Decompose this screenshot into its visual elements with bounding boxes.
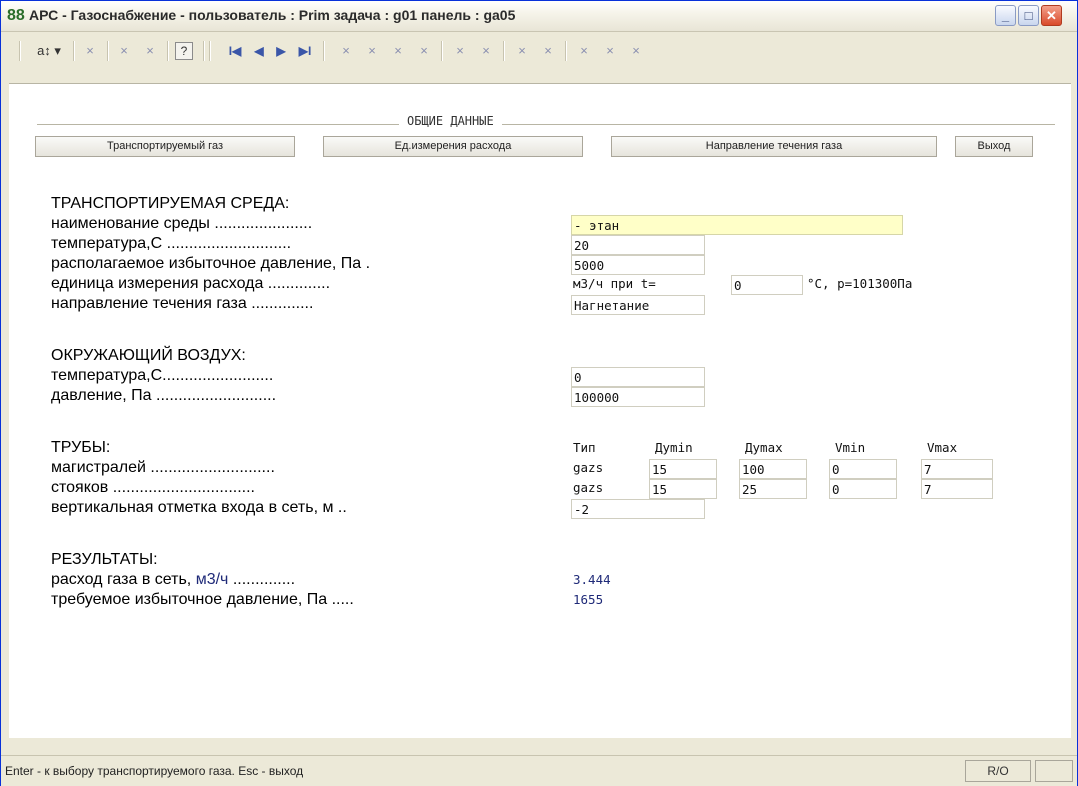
- tab-flow-direction[interactable]: Направление течения газа: [611, 136, 937, 157]
- pipes-column-vmax: Vmax: [927, 440, 958, 455]
- mains-dmin-field[interactable]: 15: [649, 459, 717, 479]
- required-pressure-label: требуемое избыточное давление, Па .....: [51, 591, 354, 608]
- available-pressure-field[interactable]: 5000: [571, 255, 705, 275]
- flow-direction-field[interactable]: Нагнетание: [571, 295, 705, 315]
- disabled-x-icon[interactable]: ×: [337, 41, 355, 61]
- toolbar-separator: [503, 41, 505, 61]
- toolbar-separator: [73, 41, 75, 61]
- air-pressure-label: давление, Па ...........................: [51, 387, 277, 404]
- risers-dmax-field[interactable]: 25: [739, 479, 807, 499]
- group-title: ОБЩИЕ ДАННЫЕ: [399, 114, 502, 128]
- risers-dmin-field[interactable]: 15: [649, 479, 717, 499]
- pipes-column-vmin: Vmin: [835, 440, 866, 455]
- inlet-elevation-field[interactable]: -2: [571, 499, 705, 519]
- disabled-x-icon[interactable]: ×: [513, 41, 531, 61]
- toolbar-separator: [565, 41, 567, 61]
- status-bar: Enter - к выбору транспортируемого газа.…: [1, 755, 1077, 786]
- disabled-x-icon[interactable]: ×: [141, 41, 159, 61]
- section-heading-results: РЕЗУЛЬТАТЫ:: [51, 551, 158, 568]
- disabled-x-icon[interactable]: ×: [415, 41, 433, 61]
- disabled-x-icon[interactable]: ×: [451, 41, 469, 61]
- gas-flow-label: расход газа в сеть, м3/ч ..............: [51, 570, 295, 590]
- disabled-x-icon[interactable]: ×: [539, 41, 557, 61]
- toolbar: a↕ ▾ × × × ? I◀ ◀ ▶ ▶I × × × × × × × × ×…: [19, 37, 1059, 65]
- gas-flow-dots: ..............: [228, 571, 296, 588]
- medium-name-label: наименование среды .....................…: [51, 215, 313, 232]
- toolbar-separator: [107, 41, 109, 61]
- pipes-column-type: Тип: [573, 440, 596, 455]
- close-button[interactable]: ✕: [1041, 5, 1062, 26]
- risers-label: стояков ................................: [51, 479, 255, 496]
- risers-vmin-field[interactable]: 0: [829, 479, 897, 499]
- toolbar-separator: [209, 41, 211, 61]
- flow-direction-label: направление течения газа ..............: [51, 295, 314, 312]
- disabled-x-icon[interactable]: ×: [627, 41, 645, 61]
- group-frame-line: [37, 124, 1055, 125]
- medium-temperature-field[interactable]: 20: [571, 235, 705, 255]
- mains-dmax-field[interactable]: 100: [739, 459, 807, 479]
- section-tabs: Транспортируемый газ Ед.измерения расход…: [35, 136, 1061, 158]
- toolbar-separator: [441, 41, 443, 61]
- first-record-button[interactable]: I◀: [225, 41, 245, 61]
- section-heading-air: ОКРУЖАЮЩИЙ ВОЗДУХ:: [51, 347, 246, 364]
- next-record-button[interactable]: ▶: [273, 41, 289, 61]
- status-hint: Enter - к выбору транспортируемого газа.…: [5, 764, 304, 778]
- medium-name-field[interactable]: - этан: [571, 215, 903, 235]
- mains-vmin-field[interactable]: 0: [829, 459, 897, 479]
- status-mode: R/O: [965, 760, 1031, 782]
- required-pressure-value: 1655: [573, 592, 604, 607]
- risers-vmax-field[interactable]: 7: [921, 479, 993, 499]
- status-extra-panel: [1035, 760, 1073, 782]
- mains-vmax-field[interactable]: 7: [921, 459, 993, 479]
- air-temperature-label: температура,С.........................: [51, 367, 274, 384]
- minimize-button[interactable]: _: [995, 5, 1016, 26]
- maximize-button[interactable]: □: [1018, 5, 1039, 26]
- title-bar[interactable]: 88 АРС - Газоснабжение - пользователь : …: [1, 1, 1077, 32]
- flow-unit-conditions: °С, р=101300Па: [807, 276, 913, 291]
- air-temperature-field[interactable]: 0: [571, 367, 705, 387]
- mains-type: gazs: [573, 460, 604, 475]
- tab-transported-gas[interactable]: Транспортируемый газ: [35, 136, 295, 157]
- air-pressure-field[interactable]: 100000: [571, 387, 705, 407]
- section-heading-pipes: ТРУБЫ:: [51, 439, 111, 456]
- disabled-x-icon[interactable]: ×: [115, 41, 133, 61]
- available-pressure-label: располагаемое избыточное давление, Па .: [51, 255, 371, 272]
- form-panel: ОБЩИЕ ДАННЫЕ Транспортируемый газ Ед.изм…: [9, 83, 1071, 738]
- flow-unit-temperature-field[interactable]: 0: [731, 275, 803, 295]
- medium-temperature-label: температура,С ..........................…: [51, 235, 292, 252]
- exit-button[interactable]: Выход: [955, 136, 1033, 157]
- tab-flow-unit[interactable]: Ед.измерения расхода: [323, 136, 583, 157]
- app-window: 88 АРС - Газоснабжение - пользователь : …: [0, 0, 1078, 786]
- sort-dropdown-button[interactable]: a↕ ▾: [31, 41, 67, 61]
- flow-unit-value: м3/ч при t=: [573, 276, 656, 291]
- last-record-button[interactable]: ▶I: [295, 41, 315, 61]
- disabled-x-icon[interactable]: ×: [389, 41, 407, 61]
- disabled-x-icon[interactable]: ×: [575, 41, 593, 61]
- disabled-x-icon[interactable]: ×: [477, 41, 495, 61]
- pipes-column-dmax: Дуmax: [745, 440, 783, 455]
- flow-unit-label: единица измерения расхода ..............: [51, 275, 331, 292]
- gas-flow-label-text: расход газа в сеть,: [51, 571, 196, 588]
- pipes-column-dmin: Дуmin: [655, 440, 693, 455]
- disabled-x-icon[interactable]: ×: [363, 41, 381, 61]
- disabled-x-icon[interactable]: ×: [81, 41, 99, 61]
- toolbar-separator: [203, 41, 205, 61]
- disabled-x-icon[interactable]: ×: [601, 41, 619, 61]
- help-button[interactable]: ?: [175, 42, 193, 60]
- app-logo-icon: 88: [7, 7, 25, 24]
- gas-flow-unit: м3/ч: [195, 571, 229, 588]
- toolbar-separator: [167, 41, 169, 61]
- section-heading-medium: ТРАНСПОРТИРУЕМАЯ СРЕДА:: [51, 195, 290, 212]
- prev-record-button[interactable]: ◀: [251, 41, 267, 61]
- inlet-elevation-label: вертикальная отметка входа в сеть, м ..: [51, 499, 347, 516]
- mains-label: магистралей ............................: [51, 459, 275, 476]
- gas-flow-value: 3.444: [573, 572, 611, 587]
- toolbar-separator: [323, 41, 325, 61]
- toolbar-separator: [19, 41, 21, 61]
- risers-type: gazs: [573, 480, 604, 495]
- window-title: АРС - Газоснабжение - пользователь : Pri…: [29, 7, 516, 23]
